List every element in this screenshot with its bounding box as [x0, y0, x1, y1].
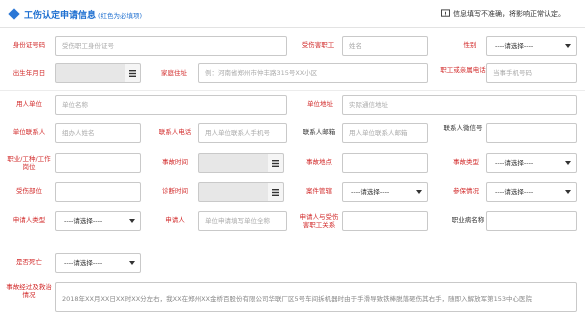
- contact-email-label: 联系人邮箱: [302, 128, 336, 136]
- diagnosis-time-input[interactable]: [198, 182, 270, 202]
- worker-phone-input[interactable]: 当事手机号码: [486, 63, 577, 83]
- contact-email-input[interactable]: 用人单位联系人邮箱: [342, 123, 428, 143]
- warning-icon: [441, 9, 450, 17]
- contact-phone-input[interactable]: 用人单位联系人手机号: [198, 123, 287, 143]
- is-deceased-label: 是否死亡: [16, 258, 42, 266]
- accident-type-value: ----请选择----: [495, 159, 534, 167]
- insurance-status-select[interactable]: ----请选择----: [486, 182, 577, 202]
- accident-type-select[interactable]: ----请选择----: [486, 153, 577, 173]
- job-type-label: 职业/工种/工作岗位: [7, 155, 51, 171]
- applicant-relation-input[interactable]: [342, 211, 428, 231]
- accident-type-label: 事故类型: [453, 158, 479, 166]
- home-address-label: 家庭住址: [161, 69, 187, 77]
- worker-id-input[interactable]: 受伤职工身份证号: [55, 36, 287, 56]
- insurance-status-value: ----请选择----: [495, 188, 534, 196]
- accident-description-label: 事故经过及救治情况: [6, 283, 52, 299]
- caret-down-icon: [416, 190, 422, 194]
- is-deceased-value: ----请选择----: [64, 259, 103, 267]
- gender-value: ----请选择----: [495, 42, 534, 50]
- applicant-relation-label: 申请人与受伤害职工关系: [299, 213, 339, 229]
- accident-handling-select[interactable]: ----请选择----: [342, 182, 428, 202]
- injury-location-input[interactable]: [55, 182, 141, 202]
- applicant-input[interactable]: 单位申请填写单位全称: [198, 211, 287, 231]
- calendar-button[interactable]: [268, 153, 284, 173]
- accident-handling-value: ----请选择----: [351, 188, 390, 196]
- diagnosis-time-label: 诊断时间: [162, 187, 188, 195]
- calendar-icon: [129, 70, 136, 77]
- accident-location-label: 事故地点: [306, 158, 332, 166]
- worker-name-label: 受伤害职工: [301, 41, 335, 49]
- section-title-text: 工伤认定申请信息: [24, 11, 97, 21]
- birth-date-input[interactable]: [55, 63, 127, 83]
- section-title: 工伤认定申请信息 (红色为必填项): [24, 8, 142, 21]
- is-deceased-select[interactable]: ----请选择----: [55, 253, 141, 273]
- gender-select[interactable]: ----请选择----: [486, 36, 577, 56]
- employer-contact-input[interactable]: 组办人姓名: [55, 123, 141, 143]
- employer-contact-label: 单位联系人: [12, 128, 46, 136]
- caret-down-icon: [129, 219, 135, 223]
- calendar-button[interactable]: [125, 63, 141, 83]
- injury-location-label: 受伤部位: [16, 187, 42, 195]
- contact-wechat-input[interactable]: [486, 123, 577, 143]
- employer-input[interactable]: 单位名称: [55, 95, 287, 115]
- occupational-disease-input[interactable]: [486, 211, 577, 231]
- accident-time-input[interactable]: [198, 153, 270, 173]
- insurance-status-label: 参保情况: [453, 187, 479, 195]
- calendar-button[interactable]: [268, 182, 284, 202]
- calendar-icon: [272, 160, 279, 167]
- contact-phone-label: 联系人电话: [158, 128, 192, 136]
- employer-address-label: 单位地址: [307, 100, 333, 108]
- contact-wechat-label: 联系人微信号: [443, 124, 483, 132]
- divider: [0, 90, 585, 91]
- caret-down-icon: [565, 190, 571, 194]
- job-type-input[interactable]: [55, 153, 141, 173]
- employer-address-input[interactable]: 实际通信地址: [342, 95, 577, 115]
- worker-phone-label: 职工或亲属电话: [440, 66, 486, 74]
- calendar-icon: [272, 189, 279, 196]
- birth-date-label: 出生年月日: [12, 69, 46, 77]
- worker-id-label: 身份证号码: [12, 41, 46, 49]
- worker-name-input[interactable]: 姓名: [342, 36, 428, 56]
- applicant-type-value: ----请选择----: [64, 217, 103, 225]
- accident-location-input[interactable]: [342, 153, 428, 173]
- caret-down-icon: [565, 44, 571, 48]
- accuracy-note: 信息填写不准确，将影响正常认定。: [453, 10, 565, 18]
- section-header: 工伤认定申请信息 (红色为必填项) 信息填写不准确，将影响正常认定。: [0, 0, 585, 28]
- home-address-input[interactable]: 例：河南省郑州市仲丰路315号XX小区: [198, 63, 428, 83]
- accident-handling-label: 案件管辖: [306, 187, 332, 195]
- caret-down-icon: [129, 261, 135, 265]
- accident-time-label: 事故时间: [162, 158, 188, 166]
- caret-down-icon: [565, 161, 571, 165]
- diamond-icon: [8, 8, 20, 20]
- employer-label: 用人单位: [16, 100, 42, 108]
- accident-description-textarea[interactable]: 2018年XX月XX日XX时XX分左右，我XX在郑州XX金桥百股份有限公司华联厂…: [55, 282, 577, 312]
- applicant-label: 申请人: [165, 216, 185, 224]
- applicant-type-label: 申请人类型: [12, 216, 46, 224]
- required-hint: (红色为必填项): [98, 12, 143, 20]
- applicant-type-select[interactable]: ----请选择----: [55, 211, 141, 231]
